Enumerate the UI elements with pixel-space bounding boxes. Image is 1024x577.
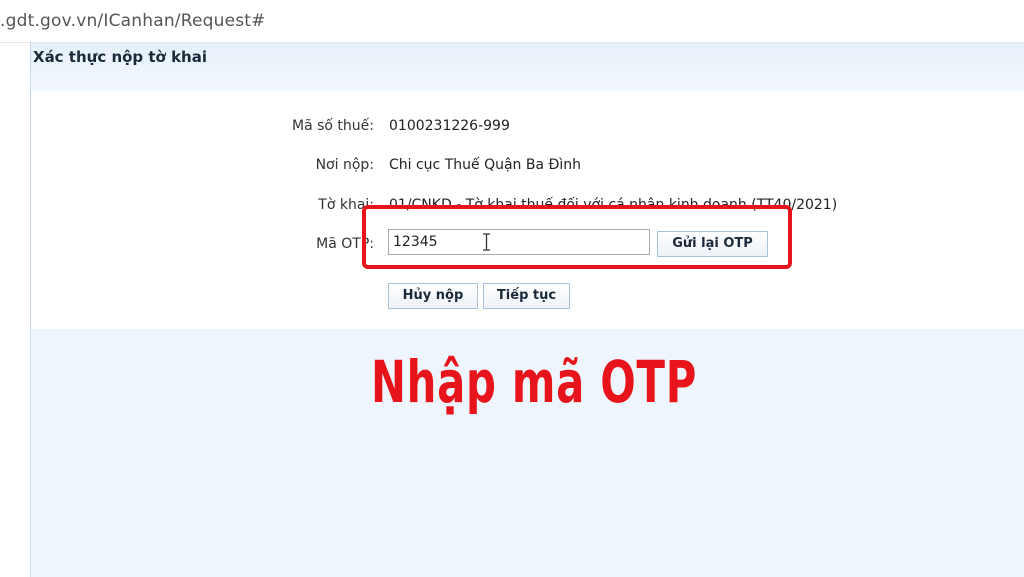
submit-place-value: Chi cục Thuế Quận Ba Đình bbox=[389, 157, 581, 173]
continue-button[interactable]: Tiếp tục bbox=[483, 283, 570, 309]
tax-code-label: Mã số thuế: bbox=[292, 118, 374, 134]
panel-title: Xác thực nộp tờ khai bbox=[33, 48, 208, 66]
otp-label: Mã OTP: bbox=[316, 236, 374, 252]
instruction-caption: Nhập mã OTP bbox=[371, 348, 698, 416]
otp-panel: Xác thực nộp tờ khai Mã số thuế: 0100231… bbox=[31, 43, 1024, 577]
submit-place-label: Nơi nộp: bbox=[315, 157, 374, 173]
declaration-label: Tờ khai: bbox=[318, 197, 374, 213]
otp-highlight-box bbox=[362, 205, 792, 269]
panel-header: Xác thực nộp tờ khai bbox=[31, 43, 1024, 91]
url-text: .gdt.gov.vn/ICanhan/Request# bbox=[0, 11, 266, 31]
tax-code-value: 0100231226-999 bbox=[389, 118, 510, 134]
address-bar[interactable]: .gdt.gov.vn/ICanhan/Request# bbox=[0, 0, 1024, 43]
cancel-submission-button[interactable]: Hủy nộp bbox=[388, 283, 478, 309]
left-gutter bbox=[0, 43, 31, 577]
